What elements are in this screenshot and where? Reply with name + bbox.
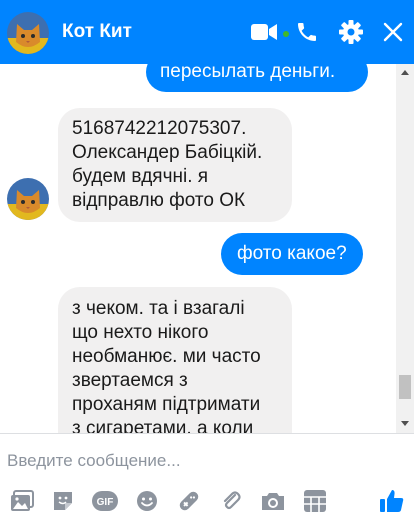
message-list[interactable]: пересылать деньги. 5168742212075307. Оле…	[0, 64, 396, 433]
sender-avatar[interactable]	[7, 178, 49, 220]
chat-header: Кот Кит	[0, 0, 414, 64]
attachment-icon[interactable]	[218, 488, 244, 514]
video-camera-icon[interactable]	[250, 18, 278, 46]
camera-icon[interactable]	[260, 488, 286, 514]
message-outgoing[interactable]: фото какое?	[221, 233, 363, 275]
close-icon[interactable]	[379, 18, 407, 46]
online-status-dot	[283, 31, 289, 37]
scroll-thumb[interactable]	[399, 375, 411, 399]
contact-avatar[interactable]	[7, 12, 49, 54]
chat-scrollbar[interactable]	[396, 64, 414, 433]
scroll-down-arrow-icon[interactable]	[396, 417, 414, 429]
phone-icon[interactable]	[293, 18, 321, 46]
poll-icon[interactable]	[302, 488, 328, 514]
emoji-icon[interactable]	[134, 488, 160, 514]
message-composer: Введите сообщение... GIF	[0, 433, 414, 519]
like-icon[interactable]	[379, 488, 405, 514]
message-input[interactable]: Введите сообщение...	[7, 451, 387, 475]
message-incoming[interactable]: 5168742212075307. Олександер Бабіцкій. б…	[58, 108, 292, 222]
contact-name[interactable]: Кот Кит	[62, 21, 132, 43]
composer-toolbar: GIF	[0, 486, 414, 516]
message-incoming[interactable]: з чеком. та і взагалі що нехто нікого не…	[58, 287, 292, 433]
gear-icon[interactable]	[337, 18, 365, 46]
photo-icon[interactable]	[9, 488, 35, 514]
game-icon[interactable]	[176, 488, 202, 514]
message-outgoing[interactable]: пересылать деньги.	[146, 64, 368, 92]
sticker-icon[interactable]	[50, 488, 76, 514]
gif-icon[interactable]: GIF	[92, 488, 118, 514]
svg-text:GIF: GIF	[97, 497, 114, 508]
scroll-up-arrow-icon[interactable]	[396, 66, 414, 78]
